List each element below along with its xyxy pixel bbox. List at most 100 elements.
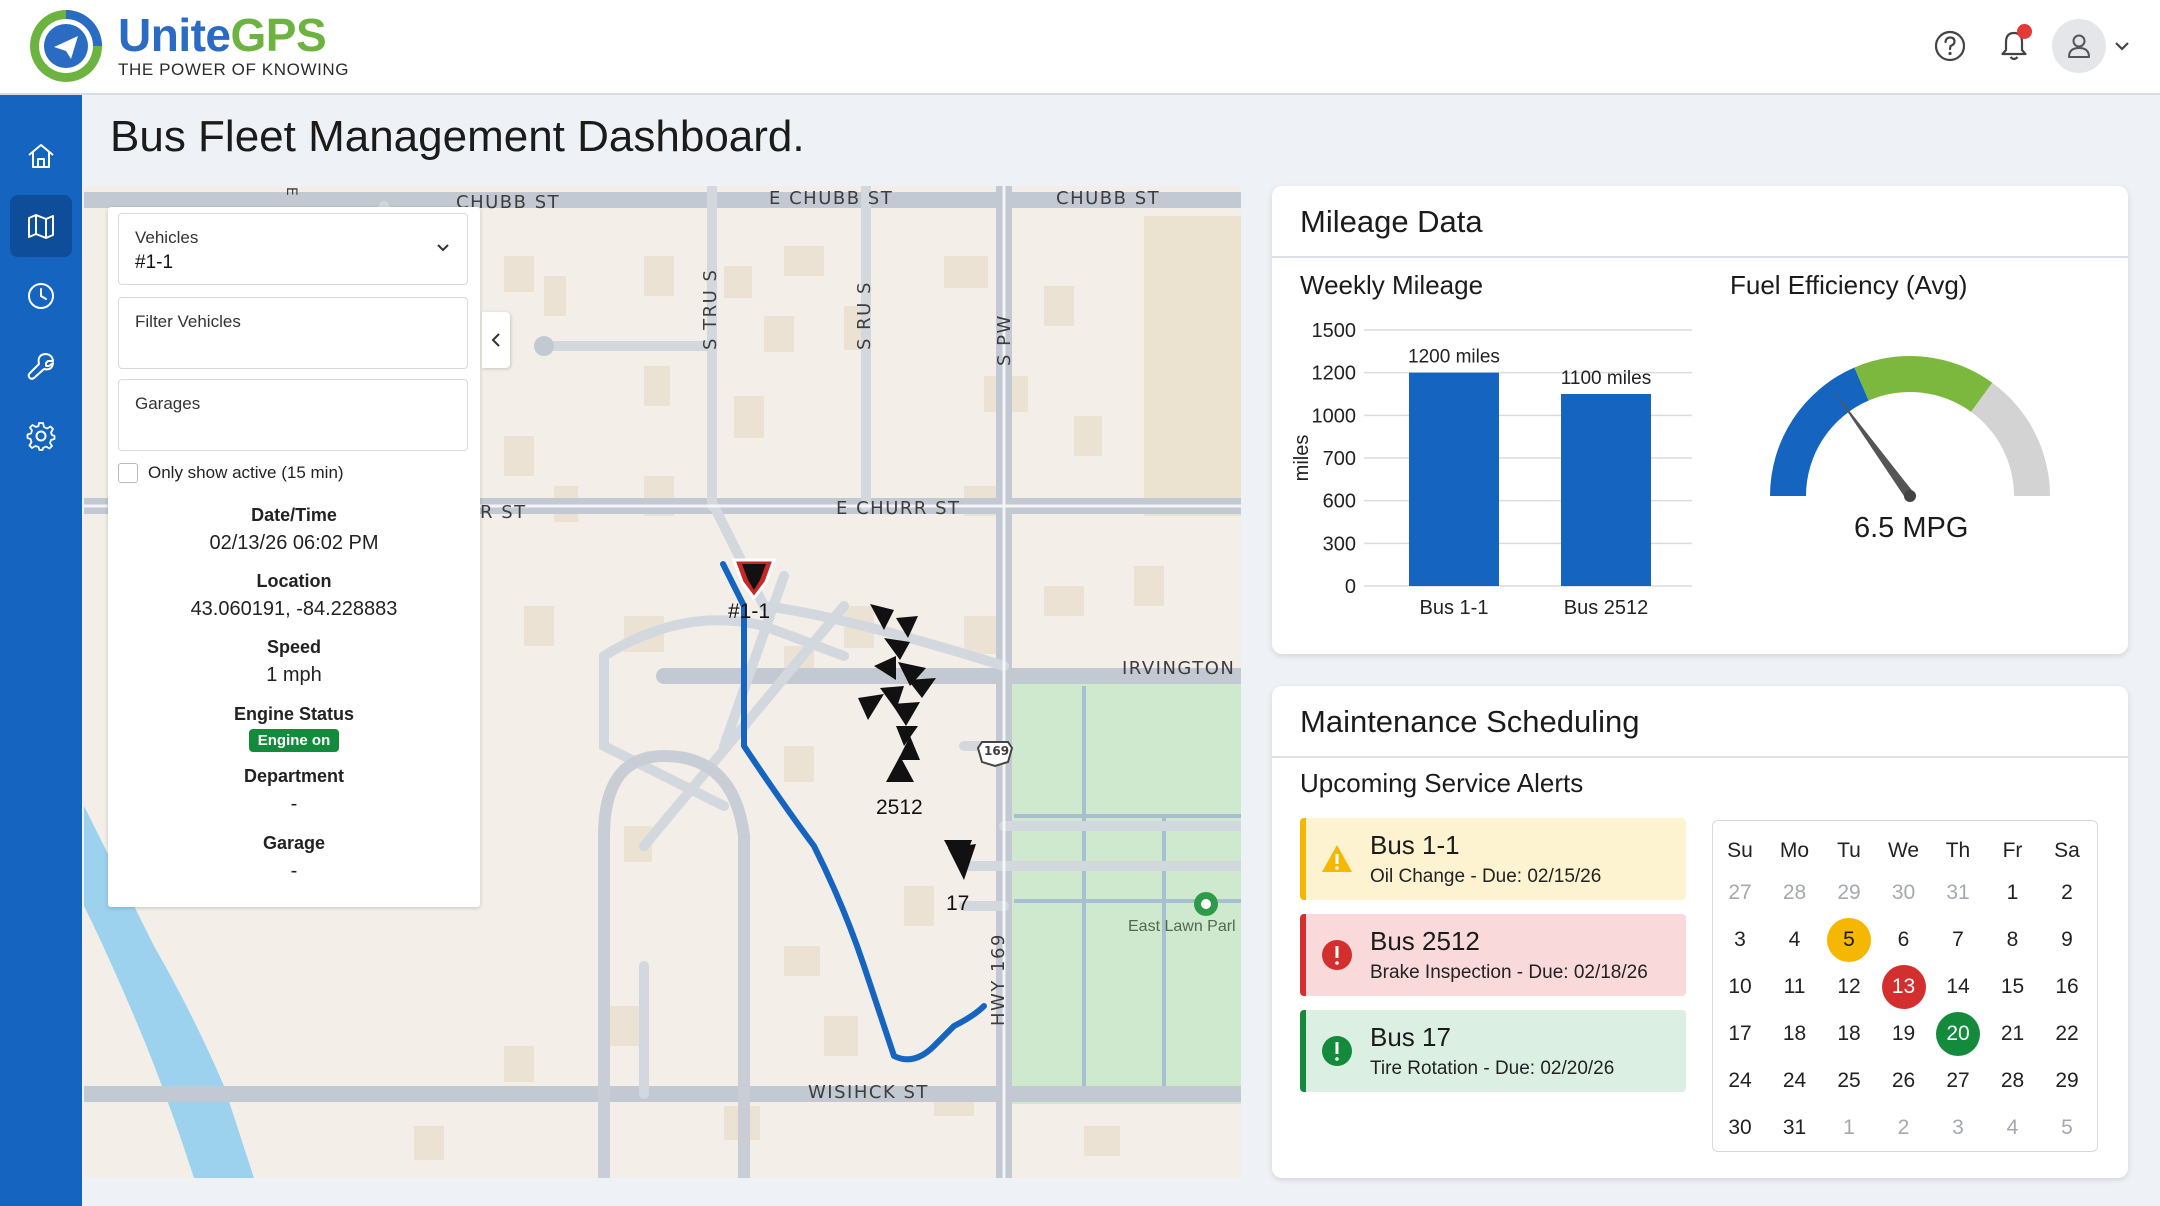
calendar-day[interactable]: 11: [1772, 967, 1818, 1007]
service-alert[interactable]: Bus 17 Tire Rotation - Due: 02/20/26: [1300, 1010, 1686, 1092]
bar[interactable]: [1561, 394, 1651, 586]
calendar-day[interactable]: 4: [1990, 1108, 2036, 1148]
calendar-day[interactable]: 3: [1717, 920, 1763, 960]
street-label-e-chubb: E CHUBB ST: [769, 188, 894, 209]
mileage-card: Mileage Data Weekly Mileage Fuel Efficie…: [1272, 186, 2128, 654]
calendar-day[interactable]: 5: [2044, 1108, 2090, 1148]
street-label-r-st: R ST: [480, 502, 527, 523]
user-icon: [2068, 34, 2090, 58]
calendar-day[interactable]: 6: [1881, 920, 1927, 960]
calendar-day[interactable]: 22: [2044, 1014, 2090, 1054]
calendar-day[interactable]: 29: [1826, 873, 1872, 913]
calendar-day[interactable]: 3: [1935, 1108, 1981, 1148]
sidebar-item-history[interactable]: [10, 265, 72, 327]
bus-label-17: 17: [946, 892, 970, 915]
gear-icon: [26, 422, 56, 451]
calendar-day[interactable]: 20: [1935, 1012, 1981, 1056]
notifications-button[interactable]: [1986, 18, 2042, 74]
only-active-checkbox[interactable]: [118, 463, 138, 483]
engine-status-label: Engine Status: [233, 704, 354, 724]
calendar-day[interactable]: 28: [1990, 1061, 2036, 1101]
calendar-day[interactable]: 24: [1772, 1061, 1818, 1101]
calendar-day[interactable]: 30: [1717, 1108, 1763, 1148]
calendar-day[interactable]: 9: [2044, 920, 2090, 960]
calendar-day[interactable]: 31: [1935, 873, 1981, 913]
calendar-day[interactable]: 29: [2044, 1061, 2090, 1101]
calendar-day[interactable]: 25: [1826, 1061, 1872, 1101]
y-axis-label: miles: [1291, 435, 1313, 482]
calendar-day[interactable]: 14: [1935, 967, 1981, 1007]
engine-status-info: Engine Status Engine on: [108, 704, 480, 752]
calendar-day[interactable]: 24: [1717, 1061, 1763, 1101]
vehicles-select[interactable]: Vehicles #1-1: [118, 213, 468, 285]
calendar-day[interactable]: 19: [1881, 1014, 1927, 1054]
filter-vehicles-input[interactable]: Filter Vehicles: [118, 297, 468, 369]
chevron-left-icon: [491, 333, 500, 347]
calendar-day[interactable]: 12: [1826, 967, 1872, 1007]
calendar-day[interactable]: 31: [1772, 1108, 1818, 1148]
sidebar-item-map[interactable]: [10, 195, 72, 257]
notification-badge: [2017, 24, 2032, 39]
calendar-day[interactable]: 18: [1772, 1014, 1818, 1054]
sidebar-nav: [0, 95, 82, 1206]
sidebar-item-maintenance[interactable]: [10, 335, 72, 397]
speed-value: 1 mph: [266, 664, 322, 686]
calendar-day-highlight: 20: [1936, 1012, 1980, 1056]
calendar-day[interactable]: 27: [1935, 1061, 1981, 1101]
calendar-day[interactable]: 27: [1717, 873, 1763, 913]
user-avatar[interactable]: [2052, 19, 2106, 73]
service-alert[interactable]: Bus 2512 Brake Inspection - Due: 02/18/26: [1300, 914, 1686, 996]
fuel-efficiency-title: Fuel Efficiency (Avg): [1730, 270, 1968, 300]
calendar-day[interactable]: 30: [1881, 873, 1927, 913]
speed-info: Speed 1 mph: [108, 637, 480, 687]
calendar-day[interactable]: 10: [1717, 967, 1763, 1007]
gauge-segment-low: [1770, 367, 1869, 496]
calendar-day[interactable]: 1: [1990, 873, 2036, 913]
street-label-hwy-169: HWY 169: [988, 933, 1009, 1026]
calendar-day[interactable]: 26: [1881, 1061, 1927, 1101]
location-value: 43.060191, -84.228883: [190, 598, 398, 620]
x-tick-label: Bus 2512: [1564, 597, 1649, 619]
calendar-day[interactable]: 17: [1717, 1014, 1763, 1054]
calendar-day[interactable]: 13: [1881, 965, 1927, 1009]
service-calendar[interactable]: Su Mo Tu We Th Fr Sa 27 28 29 30 31 1 2 3 4 5 6 7 8 9 10 11 12 1…: [1712, 820, 2098, 1152]
calendar-weekday: Su: [1727, 839, 1753, 862]
us-169-shield-label: 169: [984, 744, 1010, 758]
garages-input[interactable]: Garages: [118, 379, 468, 451]
logo-mark-icon: [30, 10, 102, 82]
speed-label: Speed: [266, 637, 322, 657]
calendar-day[interactable]: 4: [1772, 920, 1818, 960]
calendar-day[interactable]: 8: [1990, 920, 2036, 960]
calendar-day[interactable]: 16: [2044, 967, 2090, 1007]
calendar-day[interactable]: 21: [1990, 1014, 2036, 1054]
chevron-down-icon[interactable]: [2112, 39, 2132, 53]
service-alert[interactable]: Bus 1-1 Oil Change - Due: 02/15/26: [1300, 818, 1686, 900]
calendar-day[interactable]: 1: [1826, 1108, 1872, 1148]
unitegps-logo[interactable]: UniteGPS THE POWER OF KNOWING: [26, 6, 349, 86]
calendar-day[interactable]: 5: [1826, 918, 1872, 962]
garage-info: Garage -: [108, 833, 480, 883]
alert-bus-name: Bus 17: [1370, 1022, 1451, 1052]
gauge-segment-high: [1971, 382, 2050, 496]
calendar-day[interactable]: 2: [2044, 873, 2090, 913]
calendar-day[interactable]: 18: [1826, 1014, 1872, 1054]
calendar-weekday: Th: [1945, 839, 1971, 862]
street-label-wisihck: WISIHCK ST: [808, 1082, 929, 1103]
sidebar-item-settings[interactable]: [10, 405, 72, 467]
calendar-weekday: Sa: [2054, 839, 2080, 862]
calendar-day[interactable]: 28: [1772, 873, 1818, 913]
sidebar-item-home[interactable]: [10, 125, 72, 187]
datetime-info: Date/Time 02/13/26 06:02 PM: [108, 505, 480, 555]
calendar-day[interactable]: 15: [1990, 967, 2036, 1007]
home-icon: [28, 144, 54, 168]
alert-accent-bar: [1300, 914, 1306, 996]
park-marker-icon: [1194, 892, 1218, 916]
garages-label: Garages: [135, 394, 201, 413]
calendar-day[interactable]: 2: [1881, 1108, 1927, 1148]
bar[interactable]: [1409, 372, 1499, 586]
help-button[interactable]: [1922, 18, 1978, 74]
collapse-panel-button[interactable]: [482, 312, 510, 368]
gauge-pivot: [1904, 490, 1916, 502]
calendar-day[interactable]: 7: [1935, 920, 1981, 960]
only-active-toggle[interactable]: Only show active (15 min): [118, 463, 344, 483]
